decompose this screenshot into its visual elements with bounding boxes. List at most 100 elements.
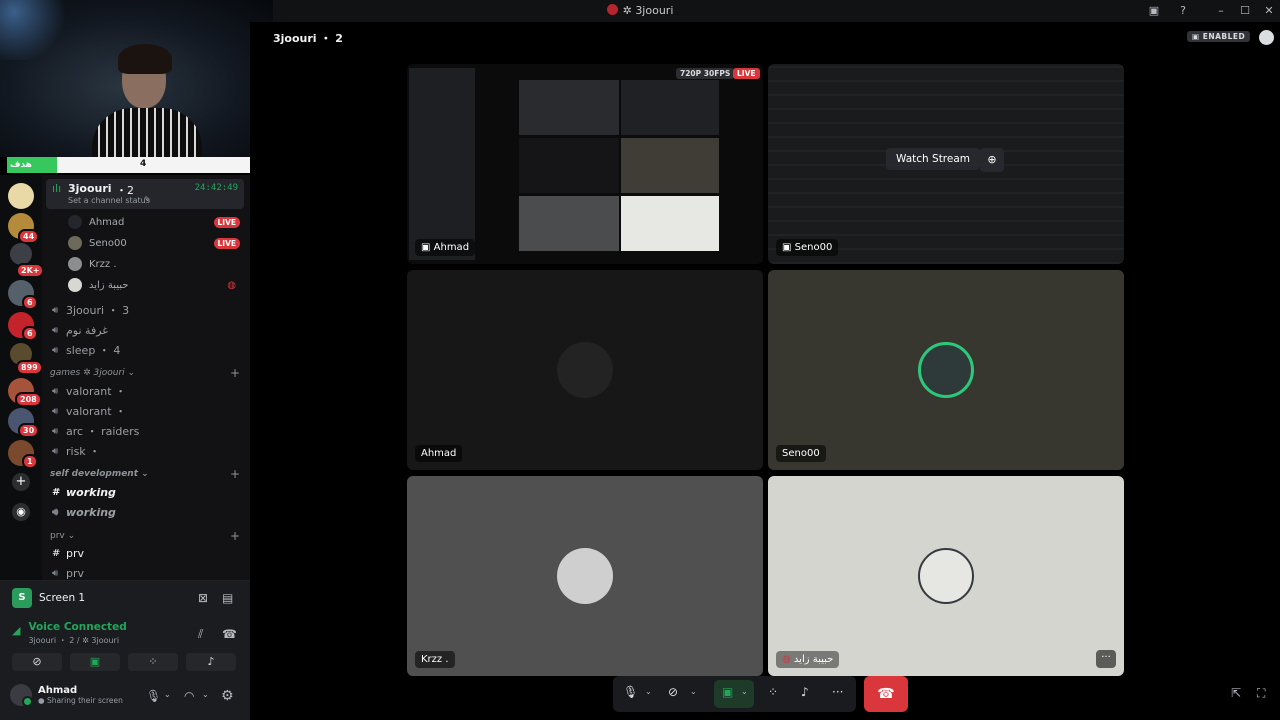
streamer-torso — [92, 108, 202, 157]
activities-icon[interactable]: ⁘ — [768, 685, 778, 699]
tile-label-text: Seno00 — [794, 242, 833, 253]
avatar — [68, 257, 82, 271]
stream-tile-ahmad[interactable]: 720P 30FPS LIVE ▣ Ahmad — [407, 64, 763, 264]
participant-tile-seno00[interactable]: Seno00 — [768, 270, 1124, 470]
goal-bar: هدف مشترك 4 50 — [7, 157, 266, 186]
settings-icon[interactable]: ⚙ — [221, 688, 234, 704]
server-icon[interactable] — [10, 243, 32, 265]
text-channel[interactable]: # working — [52, 483, 242, 501]
user-status-text: Sharing their screen — [46, 696, 123, 705]
chevron-down-icon[interactable]: ⌄ — [202, 690, 209, 699]
popout-stream-icon[interactable]: ⊕ — [980, 148, 1004, 172]
more-icon[interactable]: ··· — [1096, 650, 1116, 668]
category-name: games — [50, 368, 81, 378]
voice-member[interactable]: Ahmad LIVE — [68, 213, 240, 231]
add-channel-icon[interactable]: + — [230, 366, 240, 380]
chevron-down-icon[interactable]: ⌄ — [645, 687, 652, 696]
noise-suppression-icon[interactable]: ⫽ — [198, 627, 203, 642]
voice-channel[interactable]: 🔊︎ risk ・ — [52, 442, 242, 460]
participant-tile-ahmad[interactable]: Ahmad — [407, 270, 763, 470]
edit-icon[interactable]: ✎ — [144, 195, 151, 204]
activities-button[interactable]: ⁘ — [128, 653, 178, 671]
chevron-down-icon[interactable]: ⌄ — [164, 690, 171, 699]
channel-status-placeholder[interactable]: Set a channel status — [68, 196, 150, 205]
server-badge: 208 — [15, 392, 42, 407]
screen-share-name: Screen 1 — [39, 592, 86, 604]
stop-stream-icon[interactable]: ⊠ — [198, 591, 208, 605]
voice-channel[interactable]: 🔊︎ sleep ・ 4 — [52, 341, 242, 359]
discover-icon[interactable]: ◉ — [12, 503, 30, 521]
active-voice-channel[interactable]: ılı 3joouri ・2 24:42:49 Set a channel st… — [46, 179, 244, 209]
chevron-down-icon[interactable]: ⌄ — [690, 687, 697, 696]
voice-channel[interactable]: 🔊︎ working — [52, 503, 242, 521]
voice-channel[interactable]: 🔊︎ غرفة نوم — [52, 321, 242, 339]
speaker-icon: 🔊︎ — [52, 324, 59, 336]
chat-icon[interactable] — [1259, 30, 1274, 45]
voice-status-text[interactable]: Voice Connected — [28, 621, 126, 633]
deafened-icon: ◍ — [227, 279, 236, 291]
screen-share-button[interactable]: ▣ ⌄ — [714, 680, 754, 708]
goal-current: 4 — [140, 159, 147, 169]
server-badge: 6 — [22, 295, 38, 310]
participant-tile-krzz[interactable]: Krzz . — [407, 476, 763, 676]
server-icon[interactable] — [8, 183, 34, 209]
voice-server-name: 3joouri — [91, 636, 120, 645]
category-self-development[interactable]: self development ⌄ — [50, 469, 149, 479]
channel-name: risk — [66, 444, 86, 458]
voice-member[interactable]: Krzz . — [68, 255, 240, 273]
voice-channel[interactable]: 🔊︎ valorant ・ — [52, 382, 242, 400]
more-icon[interactable]: ··· — [832, 685, 843, 699]
headphones-icon[interactable]: ◠ — [184, 689, 194, 703]
voice-channel[interactable]: 🔊︎ arc ・ raiders — [52, 422, 242, 440]
stream-settings-icon[interactable]: ▤ — [222, 591, 233, 605]
voice-channel-count: 2 — [69, 636, 75, 645]
live-badge: LIVE — [733, 68, 760, 79]
disconnect-icon[interactable]: ☎ — [222, 627, 237, 641]
participant-tile-habiba[interactable]: ◍ حبيبة زايد ··· — [768, 476, 1124, 676]
category-name: prv — [50, 531, 65, 541]
member-name: Ahmad — [89, 216, 125, 228]
maximize-button[interactable]: ☐ — [1237, 3, 1253, 19]
soundboard-button[interactable]: ♪ — [186, 653, 236, 671]
add-server-icon[interactable]: + — [12, 473, 30, 491]
voice-channel[interactable]: 🔊︎ prv — [52, 564, 242, 580]
stream-tile-seno00[interactable]: Watch Stream ⊕ ▣ Seno00 — [768, 64, 1124, 264]
avatar — [557, 342, 613, 398]
deafened-icon: ◍ — [782, 654, 791, 665]
stream-preview-cell — [621, 80, 719, 135]
speaker-icon: 🔊︎ — [52, 304, 59, 316]
popout-icon[interactable]: ⇱ — [1231, 686, 1241, 700]
server-badge: 30 — [18, 423, 40, 438]
category-games[interactable]: games ✲ 3joouri ⌄ — [50, 368, 135, 378]
current-user[interactable]: Ahmad ● Sharing their screen — [10, 684, 123, 707]
voice-channel[interactable]: 🔊︎ 3joouri ・ 3 — [52, 301, 242, 319]
inbox-icon[interactable]: ▣ — [1146, 3, 1162, 19]
fullscreen-icon[interactable]: ⛶ — [1257, 686, 1265, 701]
user-status: ● Sharing their screen — [38, 696, 123, 705]
camera-off-button[interactable]: ⊘ — [12, 653, 62, 671]
help-icon[interactable]: ? — [1175, 3, 1191, 19]
category-prv[interactable]: prv ⌄ — [50, 531, 75, 541]
close-button[interactable]: ✕ — [1261, 3, 1277, 19]
voice-member[interactable]: Seno00 LIVE — [68, 234, 240, 252]
mic-icon[interactable]: 🎙︎ — [146, 689, 161, 703]
enabled-badge[interactable]: ▣ ENABLED — [1187, 31, 1251, 42]
watch-stream-button[interactable]: Watch Stream — [886, 148, 981, 170]
screen-share-button[interactable]: ▣ — [70, 653, 120, 671]
camera-off-icon[interactable]: ⊘ — [668, 685, 678, 699]
text-channel[interactable]: # prv — [52, 544, 242, 562]
tile-label-text: Ahmad — [433, 242, 470, 253]
minimize-button[interactable]: – — [1213, 3, 1229, 19]
hangup-button[interactable]: ☎ — [864, 676, 908, 712]
avatar — [68, 215, 82, 229]
add-channel-icon[interactable]: + — [230, 529, 240, 543]
screen-share-preview[interactable]: S Screen 1 — [12, 588, 85, 608]
voice-channel[interactable]: 🔊︎ valorant ・ — [52, 402, 242, 420]
mic-icon[interactable]: 🎙︎ — [623, 685, 638, 699]
tile-label: ▣ Seno00 — [776, 239, 839, 256]
light-glow — [0, 0, 70, 60]
add-channel-icon[interactable]: + — [230, 467, 240, 481]
live-badge: LIVE — [213, 216, 240, 228]
soundboard-icon[interactable]: ♪ — [801, 685, 809, 699]
voice-member[interactable]: حبيبة زايد ◍ — [68, 276, 240, 294]
